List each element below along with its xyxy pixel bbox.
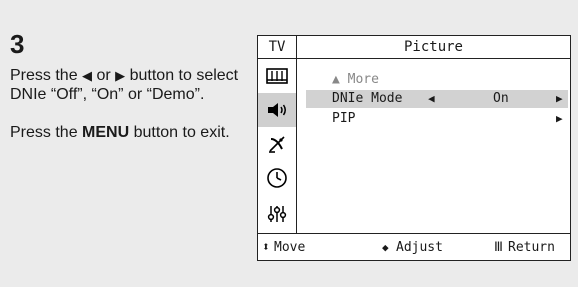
instruction-exit: Press the MENU button to exit. <box>10 123 250 142</box>
return-label: Return <box>508 240 555 255</box>
dnie-mode-value: On <box>493 91 509 106</box>
satellite-icon[interactable] <box>258 128 296 160</box>
text-button-exit: button to exit. <box>129 124 230 141</box>
right-arrow-icon[interactable]: ▶ <box>556 110 563 128</box>
return-icon: Ⅲ <box>494 240 503 255</box>
text-or: or <box>92 67 116 84</box>
settings-sliders-icon[interactable] <box>258 196 296 232</box>
dnie-mode-label: DNIe Mode <box>332 91 403 106</box>
osd-footer: ⬍ Move ◆ Adjust Ⅲ Return <box>258 233 570 260</box>
left-arrow-icon: ◀ <box>82 68 93 83</box>
text-press-the-2: Press the <box>10 124 83 141</box>
more-label: ▲ More <box>332 72 379 87</box>
instruction-select: Press the ◀ or ▶ button to select DNIe “… <box>10 66 250 104</box>
right-arrow-icon[interactable]: ▶ <box>556 90 563 108</box>
move-label: Move <box>274 240 306 255</box>
osd-title: Picture <box>297 36 570 59</box>
left-arrow-icon[interactable]: ◀ <box>428 90 435 108</box>
adjust-label: Adjust <box>396 240 443 255</box>
move-icon: ⬍ <box>262 240 270 255</box>
clock-icon[interactable] <box>258 161 296 195</box>
right-arrow-icon: ▶ <box>115 68 126 83</box>
menu-row-pip[interactable]: PIP ▶ <box>306 110 568 128</box>
menu-row-dnie-mode[interactable]: DNIe Mode ◀ On ▶ <box>306 90 568 108</box>
channel-list-icon[interactable] <box>258 60 296 92</box>
adjust-icon: ◆ <box>382 241 389 254</box>
osd-side-menu: TV <box>258 36 297 233</box>
menu-row-more[interactable]: ▲ More <box>306 71 568 89</box>
instruction-panel: 3 Press the ◀ or ▶ button to select DNIe… <box>0 0 578 287</box>
speaker-icon[interactable] <box>258 93 296 127</box>
tv-label-text: TV <box>268 39 286 55</box>
step-number: 3 <box>10 29 25 59</box>
tv-label: TV <box>258 36 296 59</box>
text-press-the: Press the <box>10 67 83 84</box>
menu-keyword: MENU <box>82 124 130 141</box>
tv-osd-menu: TV Picture ▲ More DNIe Mode ◀ On ▶ PIP ▶… <box>257 35 571 261</box>
instruction-text: Press the ◀ or ▶ button to select DNIe “… <box>10 66 250 161</box>
pip-label: PIP <box>332 111 356 126</box>
